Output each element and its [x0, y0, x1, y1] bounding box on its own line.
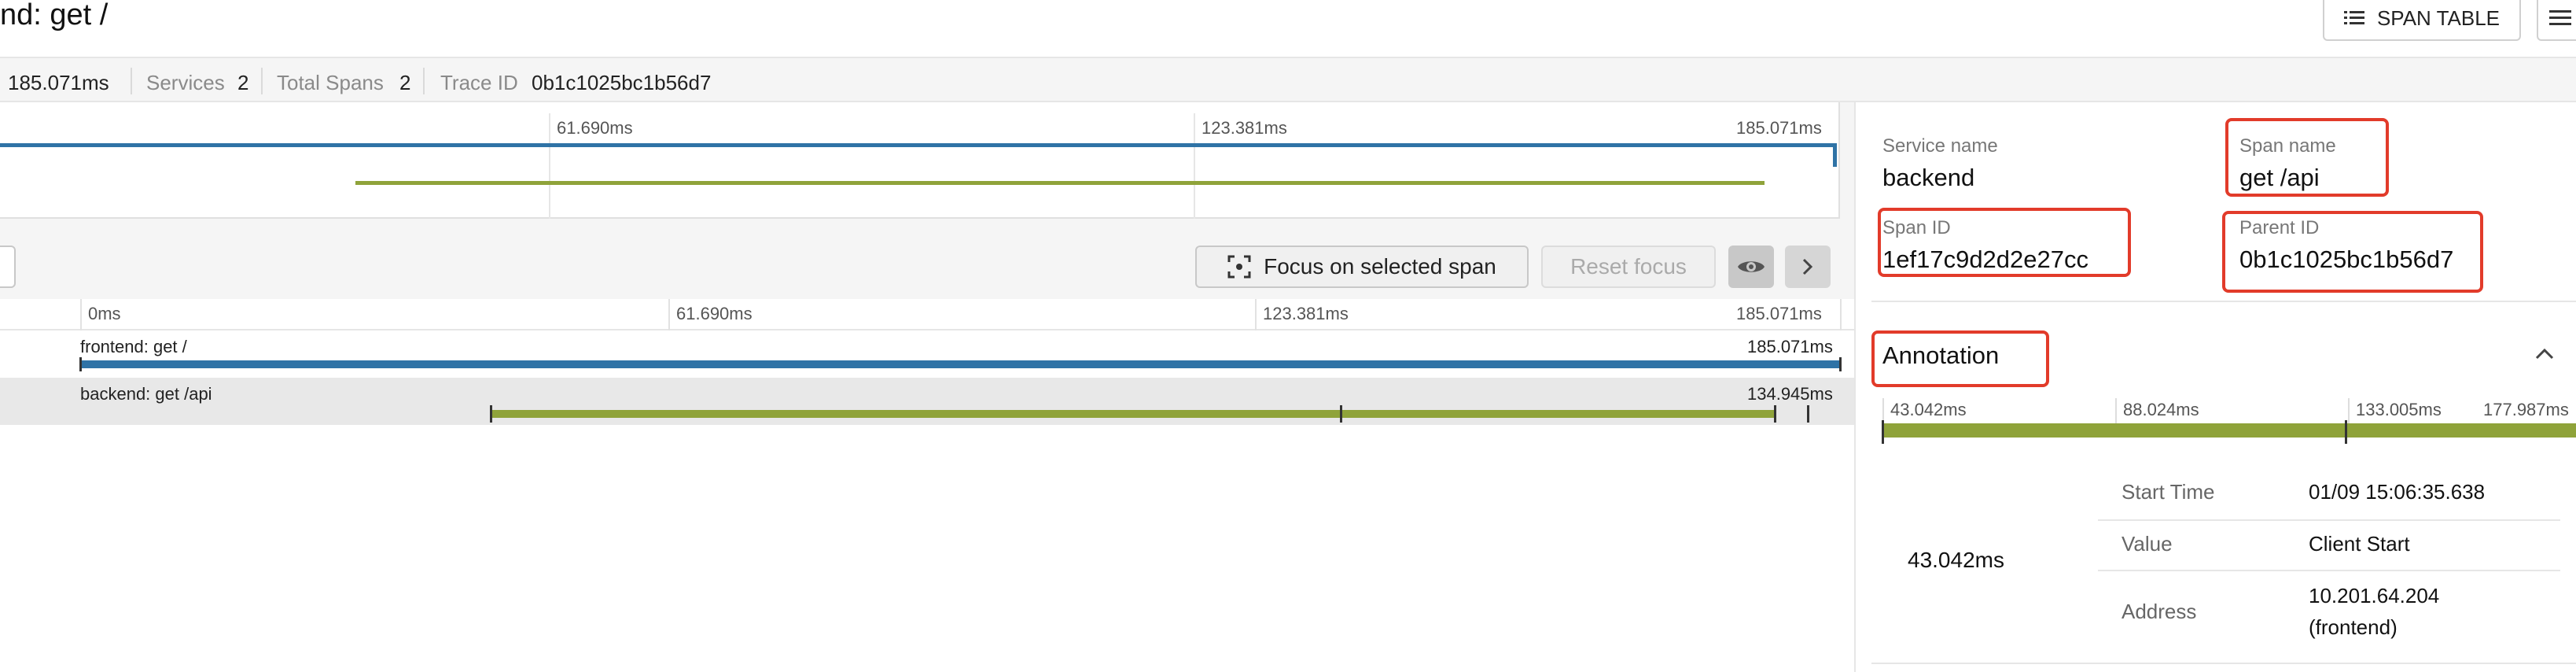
annotation-time: 43.042ms: [1908, 548, 2004, 572]
span-bar-tick: [1839, 357, 1842, 371]
span-detail-panel: Service name backend Span name get /api …: [1854, 102, 2576, 672]
kv-value: 01/09 15:06:35.638: [2309, 480, 2486, 504]
minimap-cursor: [1833, 143, 1837, 167]
trace-summary-bar: 185.071ms Services 2 Total Spans 2 Trace…: [0, 57, 2576, 102]
reset-focus-button[interactable]: Reset focus: [1541, 246, 1716, 288]
trace-duration: 185.071ms: [8, 71, 109, 94]
timeline-header: 0ms 61.690ms 123.381ms 185.071ms: [0, 299, 1854, 330]
annotation-marker[interactable]: [1774, 405, 1776, 423]
timeline-gridline: [80, 299, 82, 330]
focus-selected-span-button[interactable]: Focus on selected span: [1195, 246, 1529, 288]
span-row-backend[interactable]: backend: get /api 134.945ms: [0, 378, 1854, 425]
minimap-canvas[interactable]: 61.690ms 123.381ms 185.071ms: [0, 102, 1840, 219]
kv-label: Address: [2122, 600, 2197, 623]
kv-label: Value: [2122, 532, 2173, 556]
eye-icon: [1738, 261, 1765, 272]
minimap-span-backend: [355, 181, 1765, 185]
span-id-value: 1ef17c9d2d2e27cc: [1882, 246, 2089, 273]
divider: [2098, 570, 2560, 571]
trace-title: nd: get /: [0, 0, 109, 31]
timeline-gridline: [1840, 299, 1842, 330]
span-bar-frontend[interactable]: [80, 360, 1840, 368]
total-spans-count: 2: [399, 71, 411, 94]
span-label: backend: get /api: [80, 384, 212, 404]
span-bar-backend[interactable]: [491, 410, 1776, 418]
trace-id-value: 0b1c1025bc1b56d7: [532, 71, 712, 94]
span-duration: 134.945ms: [1747, 384, 1833, 404]
service-name-value: backend: [1882, 164, 1975, 191]
divider: [423, 68, 425, 94]
annotation-marker[interactable]: [1882, 420, 1884, 444]
trace-id-label: Trace ID: [440, 71, 518, 94]
timeline-gridline: [668, 299, 670, 330]
minimap-tick: 185.071ms: [1736, 118, 1822, 138]
minimap-gridline: [1194, 113, 1195, 219]
annotation-bar: [1882, 423, 2576, 438]
services-count: 2: [237, 71, 249, 94]
timeline-tick: 185.071ms: [1736, 304, 1822, 323]
minimap-tick: 61.690ms: [557, 118, 633, 138]
divider: [1871, 301, 2576, 302]
kv-value: Client Start: [2309, 532, 2410, 556]
annotation-title: Annotation: [1882, 342, 2000, 369]
chevron-up-icon[interactable]: [2534, 346, 2556, 362]
trace-minimap[interactable]: 61.690ms 123.381ms 185.071ms: [0, 102, 1854, 233]
service-name-label: Service name: [1882, 135, 1998, 157]
span-name-value: get /api: [2239, 164, 2320, 191]
annotation-tick: 177.987ms: [2483, 400, 2569, 419]
annotation-tick: 43.042ms: [1890, 400, 1967, 419]
divider: [1871, 663, 2576, 664]
timeline-tick: 61.690ms: [676, 304, 753, 323]
timeline-toolbar: Focus on selected span Reset focus: [0, 233, 1854, 299]
parent-id-label: Parent ID: [2239, 217, 2320, 238]
span-bar-tick: [79, 357, 82, 371]
divider: [261, 68, 263, 94]
minimap-span-frontend: [0, 143, 1837, 147]
chevron-right-icon: [1802, 258, 1813, 275]
annotation-marker[interactable]: [1340, 405, 1342, 423]
timeline-gridline: [1255, 299, 1257, 330]
annotation-marker[interactable]: [1807, 405, 1809, 423]
minimap-tick: 123.381ms: [1202, 118, 1287, 138]
services-label: Services: [146, 71, 225, 94]
span-table-label: SPAN TABLE: [2376, 6, 2501, 30]
expand-panel-button[interactable]: [1785, 246, 1831, 288]
annotation-marker[interactable]: [490, 405, 492, 423]
total-spans-label: Total Spans: [277, 71, 384, 94]
span-table-button[interactable]: SPAN TABLE: [2323, 0, 2521, 41]
list-icon: [2343, 11, 2364, 24]
timeline-tick: 0ms: [88, 304, 121, 323]
timeline-tick: 123.381ms: [1263, 304, 1349, 323]
kv-value: 10.201.64.204: [2309, 584, 2440, 607]
span-id-label: Span ID: [1882, 217, 1951, 238]
span-label: frontend: get /: [80, 337, 187, 356]
annotation-tick: 133.005ms: [2356, 400, 2442, 419]
annotation-tick: 88.024ms: [2123, 400, 2199, 419]
span-row-frontend[interactable]: frontend: get / 185.071ms: [0, 330, 1854, 378]
parent-id-value: 0b1c1025bc1b56d7: [2239, 246, 2454, 273]
focus-label: Focus on selected span: [1264, 254, 1496, 279]
page-header: nd: get / SPAN TABLE: [0, 0, 2576, 57]
toggle-visibility-button[interactable]: [1728, 246, 1774, 288]
divider: [2098, 519, 2560, 521]
kv-value-secondary: (frontend): [2309, 615, 2398, 639]
span-name-label: Span name: [2239, 135, 2336, 157]
divider: [131, 68, 132, 94]
kv-label: Start Time: [2122, 480, 2215, 504]
annotation-marker[interactable]: [2345, 420, 2347, 444]
collapse-button[interactable]: [0, 246, 16, 288]
minimap-gridline: [549, 113, 550, 219]
span-duration: 185.071ms: [1747, 337, 1833, 356]
menu-button[interactable]: [2537, 0, 2576, 41]
reset-focus-label: Reset focus: [1570, 254, 1687, 279]
focus-icon: [1227, 255, 1251, 279]
hamburger-icon: [2549, 10, 2571, 25]
